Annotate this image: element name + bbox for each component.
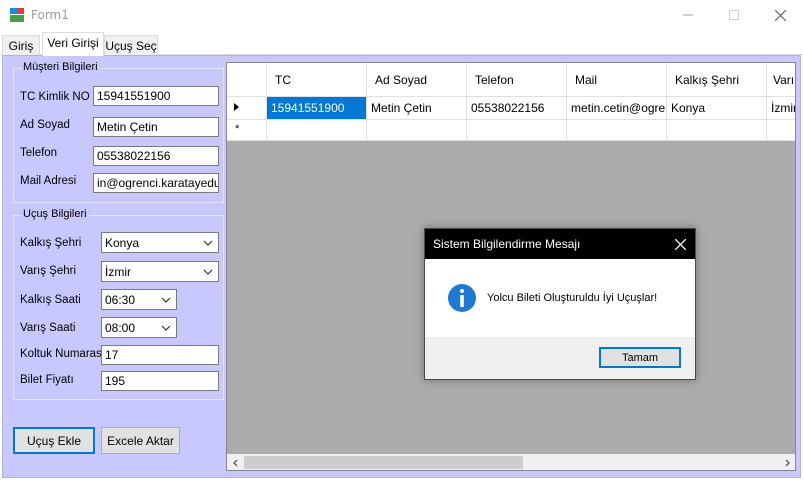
tc-input[interactable]: 15941551900 <box>93 86 219 106</box>
scroll-left-button[interactable] <box>227 454 244 470</box>
export-excel-button[interactable]: Excele Aktar <box>101 427 180 454</box>
tab-veri-girisi[interactable]: Veri Girişi <box>42 32 104 56</box>
mail-input[interactable]: in@ogrenci.karatayedu.tr <box>93 173 219 193</box>
table-cell[interactable]: metin.cetin@ogre... <box>567 97 667 120</box>
phone-label: Telefon <box>20 147 58 159</box>
chevron-down-icon <box>161 297 171 303</box>
table-cell[interactable]: Metin Çetin <box>367 97 467 120</box>
table-cell[interactable]: 05538022156 <box>467 97 567 120</box>
minimize-button[interactable] <box>665 0 711 30</box>
new-row-cell[interactable] <box>767 120 795 141</box>
new-row-cell[interactable] <box>667 120 767 141</box>
mail-label: Mail Adresi <box>20 175 77 187</box>
column-header-telefon[interactable]: Telefon <box>467 63 567 97</box>
column-header-tc[interactable]: TC <box>267 63 367 97</box>
chevron-down-icon <box>161 325 171 331</box>
maximize-button[interactable] <box>711 0 757 30</box>
arrival-city-value: İzmir <box>105 265 131 279</box>
departure-time-select[interactable]: 06:30 <box>101 289 177 310</box>
dialog-message: Yolcu Bileti Oluşturuldu İyi Uçuşlar! <box>487 292 658 304</box>
seat-input[interactable]: 17 <box>101 345 219 365</box>
dialog-title: Sistem Bilgilendirme Mesajı <box>433 237 581 251</box>
new-row-cell[interactable] <box>367 120 467 141</box>
new-row-header[interactable]: * <box>227 120 267 141</box>
column-header-ad-soyad[interactable]: Ad Soyad <box>367 63 467 97</box>
message-dialog: Sistem Bilgilendirme Mesajı Yolcu Bileti… <box>424 228 696 380</box>
arrival-time-value: 08:00 <box>105 321 136 335</box>
chevron-left-icon <box>232 459 237 466</box>
flight-info-title: Uçuş Bilgileri <box>21 208 89 220</box>
close-icon <box>774 9 786 21</box>
new-row-cell[interactable] <box>467 120 567 141</box>
window-title: Form1 <box>31 8 69 22</box>
new-row-cell[interactable] <box>567 120 667 141</box>
chevron-right-icon <box>785 459 790 466</box>
tc-label: TC Kimlik NO <box>20 91 90 103</box>
tab-strip: Giriş Veri Girişi Uçuş Seç <box>0 31 803 56</box>
departure-city-select[interactable]: Konya <box>101 232 219 253</box>
departure-time-value: 06:30 <box>105 293 136 307</box>
minimize-icon <box>683 14 693 16</box>
app-icon <box>10 8 24 22</box>
departure-city-value: Konya <box>105 236 140 250</box>
price-label: Bilet Fiyatı <box>20 374 74 386</box>
tab-ucus-sec[interactable]: Uçuş Seç <box>104 35 158 55</box>
maximize-icon <box>729 10 739 20</box>
title-bar: Form1 <box>0 0 803 31</box>
close-window-button[interactable] <box>757 0 803 30</box>
scrollbar-thumb[interactable] <box>244 456 523 469</box>
seat-label: Koltuk Numarası <box>20 348 106 360</box>
horizontal-scrollbar[interactable] <box>227 454 795 470</box>
arrival-city-label: Varış Şehri <box>20 265 77 277</box>
dialog-body: Yolcu Bileti Oluşturuldu İyi Uçuşlar! <box>425 259 695 337</box>
arrival-time-select[interactable]: 08:00 <box>101 317 177 338</box>
column-header-mail[interactable]: Mail <box>567 63 667 97</box>
phone-input[interactable]: 05538022156 <box>93 146 219 166</box>
add-flight-button[interactable]: Uçuş Ekle <box>13 427 95 454</box>
customer-info-title: Müşteri Bilgileri <box>21 61 100 73</box>
dialog-footer: Tamam <box>425 337 695 379</box>
current-row-arrow-icon <box>234 103 239 111</box>
close-icon <box>674 238 686 250</box>
info-icon <box>448 284 476 312</box>
arrival-time-label: Varış Saati <box>20 322 76 334</box>
chevron-down-icon <box>203 269 213 275</box>
dialog-close-button[interactable] <box>671 235 689 253</box>
departure-city-label: Kalkış Şehri <box>20 237 82 249</box>
column-header-varis-sehri[interactable]: Varı <box>767 63 795 97</box>
column-header-kalkis-sehri[interactable]: Kalkış Şehri <box>667 63 767 97</box>
arrival-city-select[interactable]: İzmir <box>101 261 219 282</box>
grid-corner-header <box>227 63 267 97</box>
scroll-right-button[interactable] <box>778 454 795 470</box>
row-header-current[interactable] <box>227 97 267 120</box>
table-cell[interactable]: Konya <box>667 97 767 120</box>
table-cell[interactable]: İzmir <box>767 97 795 120</box>
departure-time-label: Kalkış Saati <box>20 294 81 306</box>
dialog-title-bar: Sistem Bilgilendirme Mesajı <box>425 229 695 259</box>
table-cell[interactable]: 15941551900 <box>267 97 367 120</box>
tab-giris[interactable]: Giriş <box>2 35 40 55</box>
name-label: Ad Soyad <box>20 119 70 131</box>
ok-button[interactable]: Tamam <box>599 347 681 368</box>
new-row-cell[interactable] <box>267 120 367 141</box>
name-input[interactable]: Metin Çetin <box>93 117 219 137</box>
chevron-down-icon <box>203 240 213 246</box>
price-input[interactable]: 195 <box>101 371 219 391</box>
